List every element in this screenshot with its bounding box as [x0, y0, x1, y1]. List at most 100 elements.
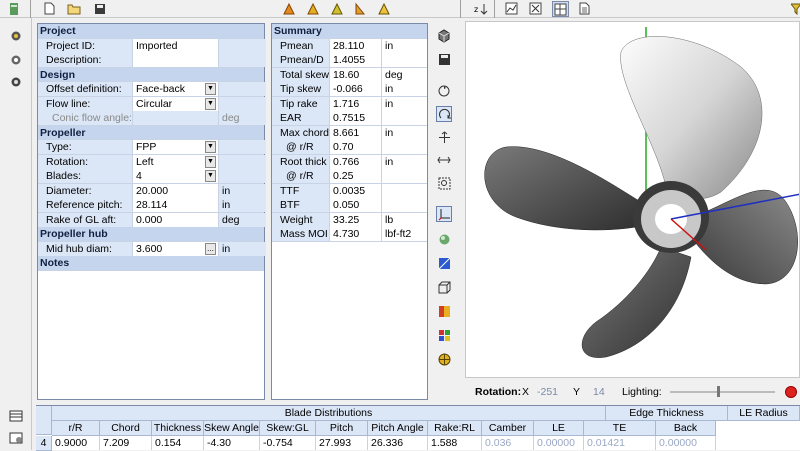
conic-flow-label: Conic flow angle: [38, 111, 133, 125]
axes-icon[interactable] [436, 206, 452, 222]
lighting-slider-thumb[interactable] [717, 386, 721, 397]
surface-icon[interactable] [436, 231, 452, 247]
spin-icon[interactable] [436, 106, 452, 122]
table-cell[interactable]: 0.00000 [656, 436, 716, 450]
table-cell[interactable]: 26.336 [368, 436, 428, 450]
summary-label: Tip skew [272, 82, 330, 96]
chart-icon[interactable] [504, 1, 519, 16]
summary-label: Pmean [272, 38, 330, 53]
rake-field[interactable]: 0.000 [133, 212, 219, 227]
notes-textarea[interactable] [38, 270, 264, 399]
summary-row: Pmean 28.110 in [272, 38, 427, 53]
summary-value: 0.0035 [330, 183, 382, 198]
summary-value: 8.661 [330, 125, 382, 140]
unit-cell [219, 169, 266, 183]
column-header[interactable]: Chord [100, 421, 152, 436]
description-field[interactable] [133, 53, 219, 67]
column-header[interactable]: LE [534, 421, 584, 436]
table-cell[interactable]: 0.00000 [534, 436, 584, 450]
sphere-icon[interactable] [436, 351, 452, 367]
rotation-label: Rotation: [475, 386, 522, 398]
column-header[interactable]: Rake:RL [428, 421, 482, 436]
palette-icon[interactable] [436, 327, 452, 343]
record-icon[interactable] [785, 386, 797, 398]
box-icon[interactable] [436, 279, 452, 295]
view-box-icon[interactable] [436, 255, 452, 271]
sort-icon[interactable]: z [473, 1, 488, 16]
blade-tool-icon[interactable] [329, 1, 344, 16]
dropdown-arrow-icon[interactable]: ▼ [205, 155, 216, 168]
column-header[interactable]: TE [584, 421, 656, 436]
table-icon[interactable] [8, 408, 24, 424]
blade-distribution-table: Blade Distributions Edge Thickness LE Ra… [36, 405, 800, 451]
open-folder-icon[interactable] [66, 1, 81, 16]
summary-value: 18.60 [330, 67, 382, 82]
table-cell[interactable]: -0.754 [260, 436, 316, 450]
summary-label: Tip rake [272, 96, 330, 111]
dropdown-arrow-icon[interactable]: ▼ [205, 97, 216, 110]
rotation-bar: Rotation: X -251 Y 14 Lighting: [465, 380, 800, 404]
blade-tool-icon[interactable] [281, 1, 296, 16]
toolbar-separator [30, 0, 31, 18]
conic-flow-field [133, 111, 219, 125]
table-settings-icon[interactable] [8, 430, 24, 446]
blade-tool-icon[interactable] [376, 1, 391, 16]
summary-unit [382, 183, 427, 198]
zoom-icon[interactable] [436, 175, 452, 191]
table-cell[interactable]: -4.30 [204, 436, 260, 450]
dropdown-arrow-icon[interactable]: ▼ [205, 83, 216, 95]
mid-hub-label: Mid hub diam: [38, 241, 133, 256]
column-header[interactable]: Thickness [152, 421, 204, 436]
pan-icon[interactable] [436, 152, 452, 168]
cube-icon[interactable] [436, 28, 452, 44]
summary-unit [382, 169, 427, 183]
propeller-blade [484, 146, 642, 231]
page-icon[interactable] [577, 1, 592, 16]
column-header[interactable]: Pitch [316, 421, 368, 436]
table-cell[interactable]: 0.036 [482, 436, 534, 450]
save-icon[interactable] [92, 1, 107, 16]
filter-icon[interactable] [788, 1, 800, 16]
toolbar-separator [460, 0, 461, 18]
diameter-field[interactable]: 20.000 [133, 183, 219, 198]
column-header[interactable]: Back [656, 421, 716, 436]
dropdown-arrow-icon[interactable]: ▼ [205, 141, 216, 153]
column-header[interactable]: r/R [52, 421, 100, 436]
table-cell[interactable]: 0.154 [152, 436, 204, 450]
grid-icon[interactable] [552, 1, 569, 17]
table-cell[interactable]: 7.209 [100, 436, 152, 450]
blade-tool-icon[interactable] [352, 1, 367, 16]
app-icon [6, 1, 21, 16]
dropdown-arrow-icon[interactable]: ▼ [205, 170, 216, 182]
column-header[interactable]: Camber [482, 421, 534, 436]
lighting-slider-track[interactable] [670, 386, 775, 397]
blade-tool-icon[interactable] [305, 1, 320, 16]
save-view-icon[interactable] [436, 51, 452, 67]
column-header[interactable]: Pitch Angle [368, 421, 428, 436]
rotate-icon[interactable] [436, 83, 452, 99]
section-design: Design [38, 67, 264, 82]
column-header[interactable]: Skew:GL [260, 421, 316, 436]
table-cell[interactable]: 0.9000 [52, 436, 100, 450]
mid-hub-unit: in [219, 241, 266, 256]
3d-viewport[interactable] [465, 21, 800, 378]
summary-row: Pmean/D 1.4055 [272, 53, 427, 68]
project-id-field[interactable]: Imported [133, 38, 219, 53]
summary-row: TTF 0.0035 [272, 183, 427, 198]
chart-icon[interactable] [528, 1, 543, 16]
move-icon[interactable] [436, 129, 452, 145]
gear-icon[interactable] [8, 52, 24, 68]
table-cell[interactable]: 0.01421 [584, 436, 656, 450]
table-cell[interactable]: 1.588 [428, 436, 482, 450]
mid-hub-browse-button[interactable]: ... [205, 242, 216, 255]
reference-pitch-field[interactable]: 28.114 [133, 198, 219, 212]
gear-icon[interactable] [8, 28, 24, 44]
color-map-icon[interactable] [436, 303, 452, 319]
table-cell[interactable]: 27.993 [316, 436, 368, 450]
gear-icon[interactable] [8, 74, 24, 90]
unit-cell [219, 96, 266, 111]
rotation-y-label: Y [573, 386, 581, 398]
summary-label: Root thick [272, 154, 330, 169]
column-header[interactable]: Skew Angle [204, 421, 260, 436]
new-file-icon[interactable] [42, 1, 57, 16]
